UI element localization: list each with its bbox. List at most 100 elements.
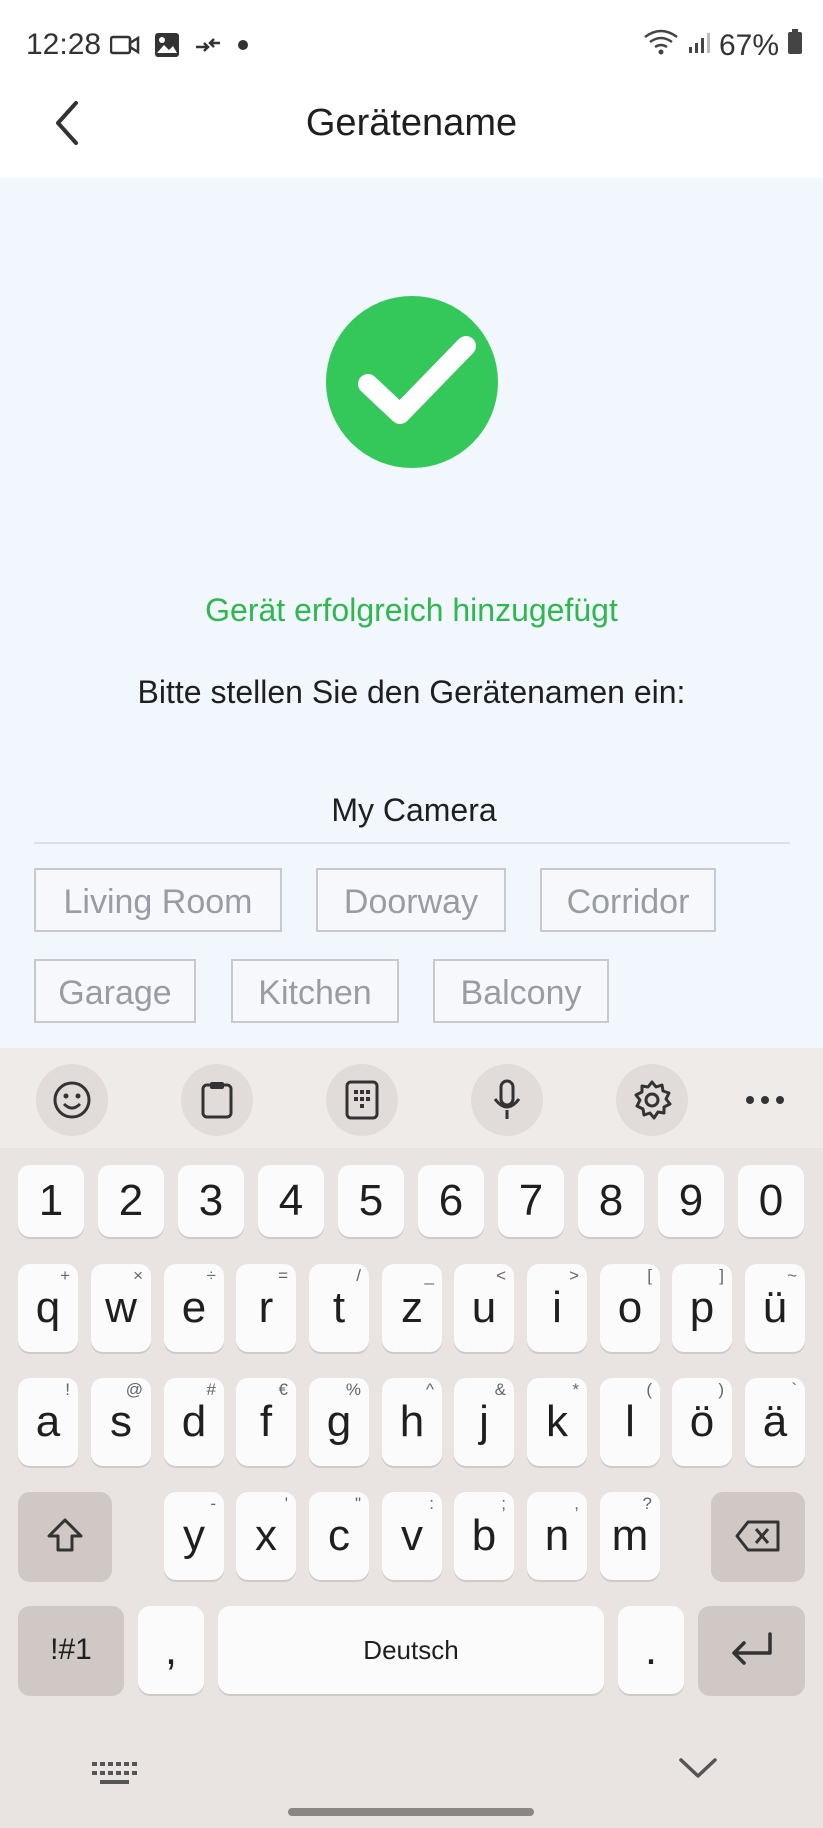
key-4[interactable]: 4 <box>258 1165 324 1237</box>
key-label: ö <box>689 1397 715 1446</box>
key-c[interactable]: c " <box>309 1492 369 1580</box>
key-u-umlaut[interactable]: ü ~ <box>745 1264 805 1352</box>
key-q[interactable]: q + <box>18 1264 78 1352</box>
microphone-icon <box>493 1079 521 1119</box>
device-name-input[interactable] <box>34 778 794 842</box>
key-label: e <box>181 1283 207 1332</box>
success-message: Gerät erfolgreich hinzugefügt <box>205 592 618 628</box>
battery-icon <box>787 29 803 63</box>
key-hint: ^ <box>426 1380 434 1399</box>
key-h[interactable]: h ^ <box>382 1378 442 1466</box>
home-indicator[interactable] <box>288 1808 534 1816</box>
key-2[interactable]: 2 <box>98 1165 164 1237</box>
keyboard-switch-button[interactable] <box>90 1760 138 1793</box>
key-j[interactable]: j & <box>454 1378 514 1466</box>
key-o-umlaut[interactable]: ö) <box>672 1378 732 1466</box>
key-hint: € <box>278 1380 288 1399</box>
key-s[interactable]: s @ <box>91 1378 151 1466</box>
key-hint: ÷ <box>206 1266 216 1285</box>
key-z[interactable]: z _ <box>382 1264 442 1352</box>
key-1[interactable]: 1 <box>18 1165 84 1237</box>
key-6[interactable]: 6 <box>418 1165 484 1237</box>
key-label: d <box>181 1397 207 1446</box>
key-m[interactable]: m? <box>600 1492 660 1580</box>
key-t[interactable]: t / <box>309 1264 369 1352</box>
key-f[interactable]: f € <box>236 1378 296 1466</box>
notification-dot-icon <box>236 38 250 57</box>
backspace-key[interactable] <box>711 1492 805 1580</box>
clipboard-button[interactable] <box>181 1064 253 1136</box>
key-label: j <box>479 1397 489 1446</box>
key-hint: ] <box>719 1266 724 1285</box>
symbols-key[interactable]: !#1 <box>18 1606 124 1694</box>
keyboard-settings-button[interactable] <box>616 1064 688 1136</box>
key-label: b <box>471 1511 497 1560</box>
key-y[interactable]: y- <box>164 1492 224 1580</box>
key-hint: ~ <box>787 1266 797 1285</box>
key-hint: & <box>494 1380 506 1399</box>
status-right: 67% <box>643 28 803 64</box>
back-button[interactable] <box>36 80 96 166</box>
gear-icon <box>634 1080 672 1120</box>
key-hint: / <box>356 1266 361 1285</box>
key-label: k <box>546 1397 568 1446</box>
key-5[interactable]: 5 <box>338 1165 404 1237</box>
key-v[interactable]: v: <box>382 1492 442 1580</box>
key-n[interactable]: n, <box>527 1492 587 1580</box>
period-key[interactable]: . <box>618 1606 684 1694</box>
key-hint: + <box>60 1266 70 1285</box>
key-g[interactable]: g% <box>309 1378 369 1466</box>
suggestion-garage[interactable]: Garage <box>34 959 196 1023</box>
key-w[interactable]: w × <box>91 1264 151 1352</box>
enter-key[interactable] <box>698 1606 805 1694</box>
more-options-button[interactable] <box>729 1064 801 1136</box>
key-8[interactable]: 8 <box>578 1165 644 1237</box>
key-b[interactable]: b; <box>454 1492 514 1580</box>
key-i[interactable]: i > <box>527 1264 587 1352</box>
suggestion-kitchen[interactable]: Kitchen <box>231 959 399 1023</box>
suggestion-corridor[interactable]: Corridor <box>540 868 716 932</box>
key-r[interactable]: r = <box>236 1264 296 1352</box>
suggestion-balcony[interactable]: Balcony <box>433 959 609 1023</box>
key-label: q <box>35 1283 61 1332</box>
key-a-umlaut[interactable]: ä ` <box>745 1378 805 1466</box>
key-x[interactable]: x ' <box>236 1492 296 1580</box>
suggestion-doorway[interactable]: Doorway <box>316 868 506 932</box>
key-e[interactable]: e ÷ <box>164 1264 224 1352</box>
key-3[interactable]: 3 <box>178 1165 244 1237</box>
chevron-down-icon <box>679 1758 717 1778</box>
key-label: t <box>332 1283 346 1332</box>
space-key[interactable]: Deutsch <box>218 1606 604 1694</box>
key-hint: - <box>210 1494 216 1513</box>
emoji-button[interactable] <box>36 1064 108 1136</box>
key-hint: = <box>278 1266 288 1285</box>
key-hint: " <box>354 1494 361 1513</box>
key-a[interactable]: a! <box>18 1378 78 1466</box>
key-9[interactable]: 9 <box>658 1165 724 1237</box>
key-hint: ? <box>642 1494 652 1513</box>
suggestion-living-room[interactable]: Living Room <box>34 868 282 932</box>
key-k[interactable]: k * <box>527 1378 587 1466</box>
key-label: u <box>471 1283 497 1332</box>
voice-input-button[interactable] <box>471 1064 543 1136</box>
key-p[interactable]: p] <box>672 1264 732 1352</box>
key-label: x <box>255 1511 277 1560</box>
key-hint: # <box>206 1380 216 1399</box>
key-u[interactable]: u < <box>454 1264 514 1352</box>
key-d[interactable]: d # <box>164 1378 224 1466</box>
gallery-icon <box>154 32 180 63</box>
key-hint: % <box>345 1380 361 1399</box>
shift-key[interactable] <box>18 1492 112 1580</box>
comma-key[interactable]: , <box>138 1606 204 1694</box>
name-prompt: Bitte stellen Sie den Gerätenamen ein: <box>137 674 686 710</box>
keyboard-layout-button[interactable] <box>326 1064 398 1136</box>
key-7[interactable]: 7 <box>498 1165 564 1237</box>
key-l[interactable]: l( <box>600 1378 660 1466</box>
keyboard-icon <box>92 1762 137 1784</box>
status-time: 12:28 <box>26 28 102 61</box>
key-o[interactable]: o[ <box>600 1264 660 1352</box>
key-0[interactable]: 0 <box>738 1165 804 1237</box>
device-name-field <box>34 778 794 844</box>
hide-keyboard-button[interactable] <box>678 1756 718 1785</box>
on-screen-keyboard: 1 2 3 4 5 6 7 8 9 0 q + w × e ÷ r = t / z _ u <… <box>0 1048 823 1828</box>
